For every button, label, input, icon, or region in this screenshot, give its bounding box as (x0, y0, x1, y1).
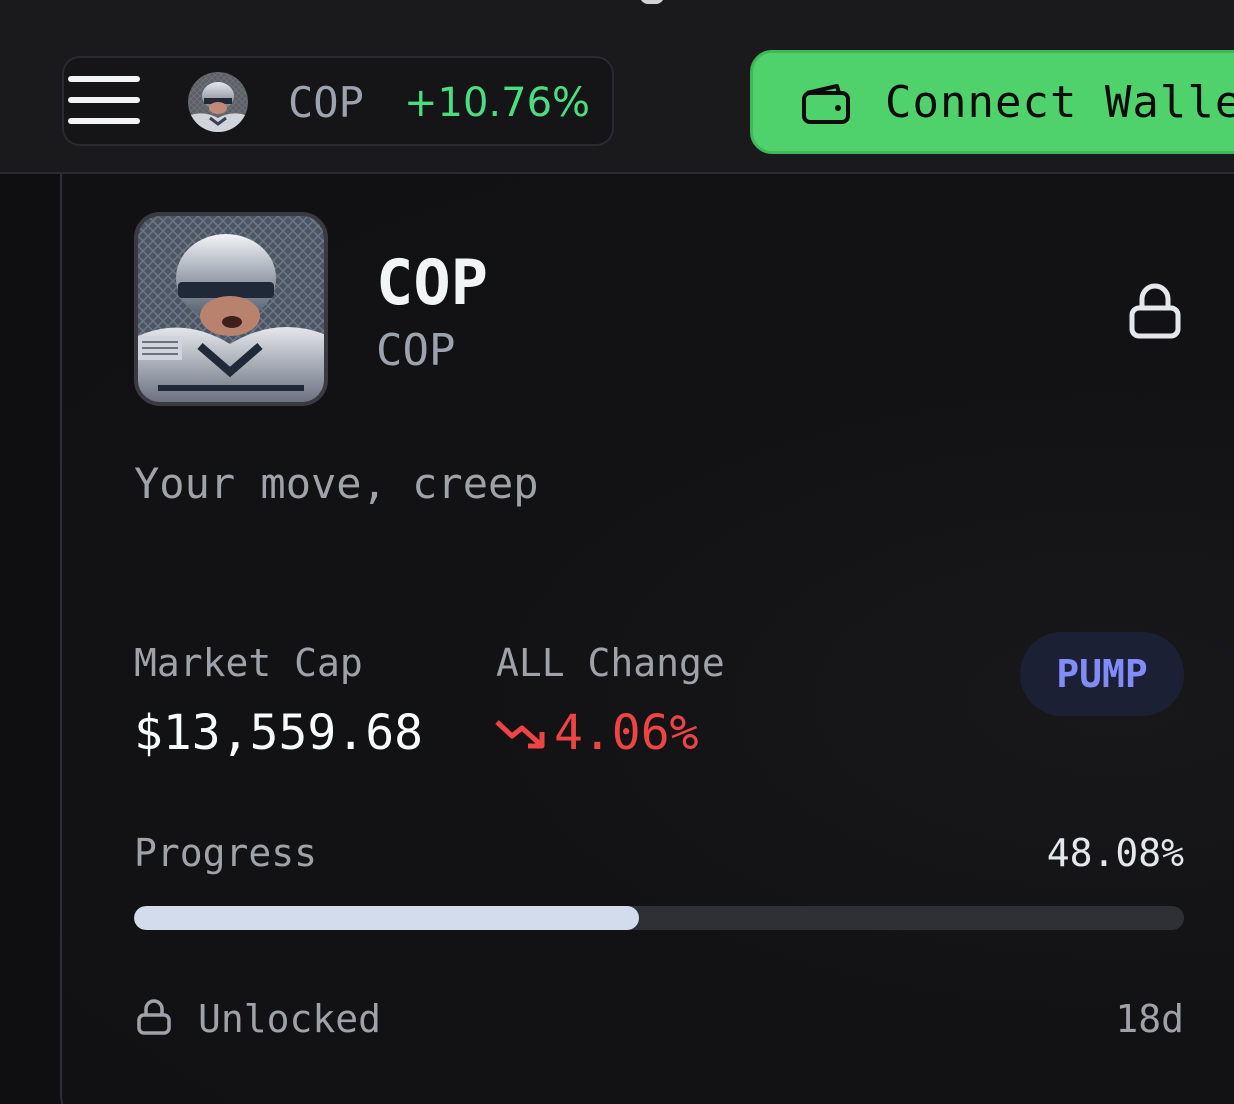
all-change-value: 4.06% (494, 704, 699, 762)
wallet-icon (802, 84, 850, 124)
lock-icon[interactable] (1126, 282, 1184, 340)
pump-badge[interactable]: PUMP (1020, 632, 1184, 716)
progress-bar-fill (134, 906, 639, 930)
chip-token-symbol: COP (288, 78, 364, 127)
all-change-label: ALL Change (496, 641, 725, 685)
unlock-lock-icon (137, 999, 171, 1035)
token-chip-avatar (188, 72, 248, 132)
progress-bar (134, 906, 1184, 930)
menu-icon[interactable] (68, 76, 140, 130)
token-name: COP (376, 246, 488, 319)
token-chip[interactable]: COP +10.76% (62, 56, 614, 146)
header: COP +10.76% Connect Wallet (0, 32, 1234, 174)
token-symbol: COP (376, 325, 456, 376)
market-cap-value: $13,559.68 (134, 705, 423, 761)
partial-top-element (640, 0, 664, 4)
top-strip (0, 0, 1234, 32)
trend-down-icon (495, 720, 545, 749)
token-image (134, 212, 328, 406)
progress-label: Progress (134, 831, 318, 875)
token-description: Your move, creep (134, 459, 539, 508)
connect-wallet-button[interactable]: Connect Wallet (750, 50, 1234, 154)
connect-wallet-label: Connect Wallet (885, 77, 1234, 128)
unlock-time: 18d (1115, 997, 1184, 1041)
market-cap-label: Market Cap (134, 641, 363, 685)
chip-price-change: +10.76% (404, 80, 591, 126)
all-change-percent: 4.06% (554, 705, 699, 761)
unlock-status-label: Unlocked (198, 997, 382, 1041)
progress-percent: 48.08% (1046, 831, 1184, 875)
page: COP +10.76% Connect Wallet COP COP Your … (0, 0, 1234, 1104)
